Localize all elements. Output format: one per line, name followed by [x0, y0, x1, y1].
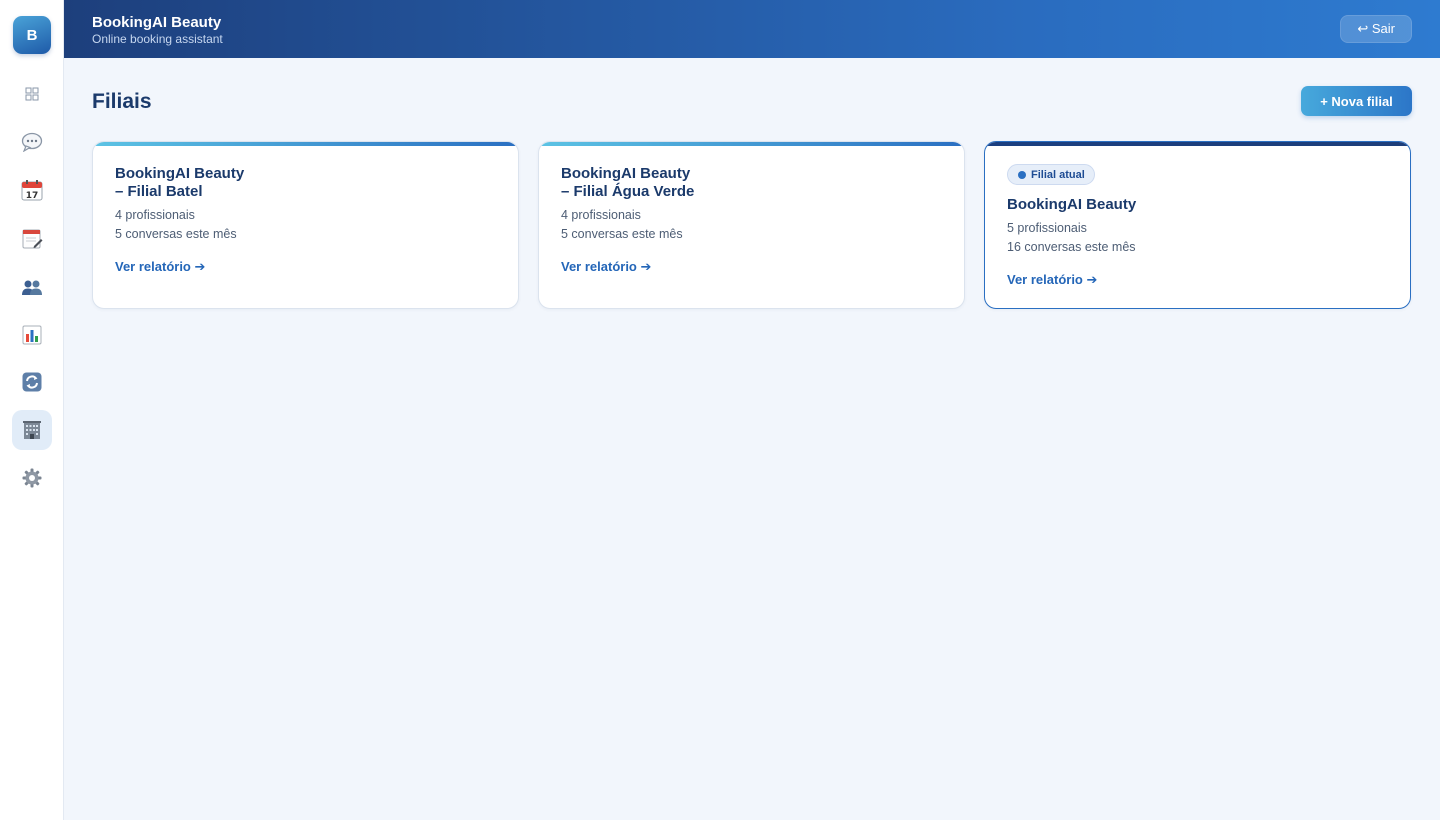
calendar-icon: 17 — [21, 180, 43, 201]
branch-professionals: 4 profissionais — [115, 208, 195, 222]
sidebar-item-settings[interactable] — [12, 458, 52, 498]
branch-name: BookingAI Beauty – Filial Água Verde — [561, 165, 695, 200]
gear-icon — [22, 468, 42, 488]
new-branch-button[interactable]: + Nova filial — [1301, 86, 1412, 116]
grid-icon — [25, 87, 39, 101]
app-title: BookingAI Beauty — [92, 14, 222, 31]
sidebar-item-dashboard[interactable] — [12, 74, 52, 114]
notepad-icon — [22, 229, 43, 249]
sidebar-item-calendar[interactable]: 17 — [12, 170, 52, 210]
sidebar-item-reports[interactable] — [12, 315, 52, 355]
branch-professionals: 5 profissionais — [1007, 221, 1087, 235]
branch-card: BookingAI Beauty – Filial Água Verde 4 p… — [538, 141, 965, 309]
branch-conversations: 5 conversas este mês — [561, 227, 683, 241]
svg-text:17: 17 — [26, 191, 39, 201]
sidebar-item-sync[interactable] — [12, 362, 52, 402]
chat-bubble-icon — [21, 132, 43, 152]
app-subtitle: Online booking assistant — [92, 32, 223, 46]
branch-professionals: 4 profissionais — [561, 208, 641, 222]
sidebar-item-appointments[interactable] — [12, 218, 52, 258]
sidebar-item-branches[interactable] — [12, 410, 52, 450]
top-bar: BookingAI Beauty Online booking assistan… — [64, 0, 1440, 58]
office-building-icon — [23, 421, 41, 439]
sidebar-item-conversations[interactable] — [12, 122, 52, 162]
brand-logo[interactable]: B — [13, 16, 51, 54]
branch-name: BookingAI Beauty — [1007, 196, 1137, 213]
bar-chart-icon — [22, 325, 42, 345]
branch-card: BookingAI Beauty – Filial Batel 4 profis… — [92, 141, 519, 309]
sidebar-item-clients[interactable] — [12, 268, 52, 308]
card-accent-bar — [985, 142, 1410, 146]
refresh-icon — [22, 372, 42, 392]
card-accent-bar — [539, 142, 964, 146]
card-accent-bar — [93, 142, 518, 146]
page-title: Filiais — [92, 90, 152, 113]
view-report-link[interactable]: Ver relatório ➔ — [115, 259, 205, 275]
view-report-link[interactable]: Ver relatório ➔ — [1007, 272, 1097, 288]
logout-button[interactable]: ↩ Sair — [1340, 15, 1412, 43]
users-icon — [22, 280, 42, 295]
branch-conversations: 5 conversas este mês — [115, 227, 237, 241]
branch-card-current: Filial atual BookingAI Beauty 5 profissi… — [984, 141, 1411, 309]
view-report-link[interactable]: Ver relatório ➔ — [561, 259, 651, 275]
current-branch-badge: Filial atual — [1007, 164, 1095, 185]
branch-name: BookingAI Beauty – Filial Batel — [115, 165, 245, 200]
branch-conversations: 16 conversas este mês — [1007, 240, 1136, 254]
status-dot-icon — [1018, 170, 1026, 179]
sidebar: B 17 — [0, 0, 64, 820]
